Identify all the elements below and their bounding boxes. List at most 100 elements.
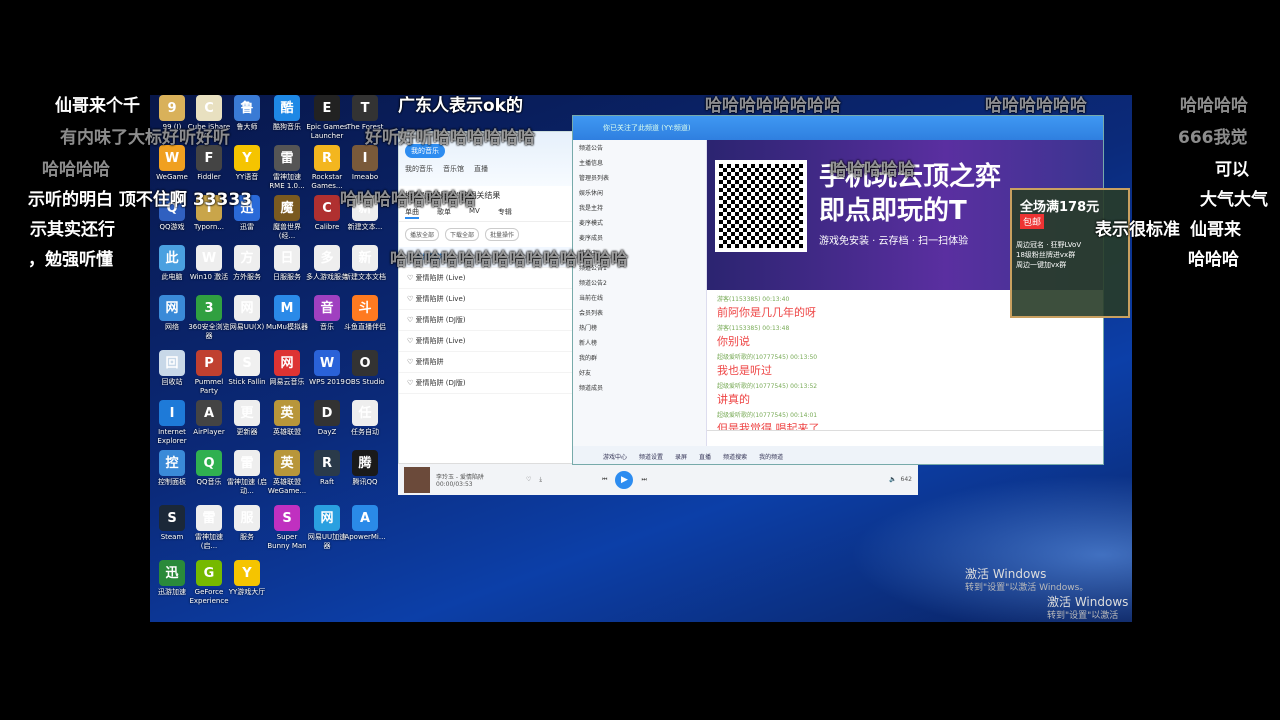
- channel-item[interactable]: 频道公告2: [573, 275, 706, 290]
- file-desktop-icon[interactable]: 网网易UU(X): [225, 295, 269, 332]
- yy-title: 你已关注了此频道 (YY:频道): [603, 124, 691, 132]
- volume-icon[interactable]: 🔈: [889, 476, 896, 483]
- yy-toolbar-button[interactable]: 频道设置: [639, 452, 663, 461]
- obs-desktop-icon[interactable]: O OBS Studio: [343, 350, 387, 387]
- yy-toolbar-button[interactable]: 我的频道: [759, 452, 783, 461]
- song-row[interactable]: ♡ 爱情陷阱 (Live): [399, 268, 575, 289]
- file-desktop-icon[interactable]: 任任务自动: [343, 400, 387, 437]
- activation-title: 激活 Windows: [965, 567, 1047, 581]
- channel-item[interactable]: 麦序成员: [573, 230, 706, 245]
- mumu-desktop-icon[interactable]: M MuMu模拟器: [265, 295, 309, 332]
- desktop-icon-label: Super Bunny Man: [267, 533, 307, 550]
- file-desktop-icon[interactable]: 日日服服务: [265, 245, 309, 282]
- file-desktop-icon[interactable]: 新新建文本...: [343, 195, 387, 232]
- chat-meta: 超级爱听歌的(10777545) 00:13:52: [717, 383, 818, 390]
- banner-title: 手机玩云顶之弈 即点即玩的T: [819, 160, 1001, 228]
- xunlei-icon: 迅: [234, 195, 260, 221]
- desktop-icon-label: 新建文本文档: [344, 273, 386, 281]
- qq-desktop-icon[interactable]: 腾腾讯QQ: [343, 450, 387, 487]
- netease-music-desktop-icon[interactable]: 网网易云音乐: [265, 350, 309, 387]
- channel-item[interactable]: 排麦中: [573, 245, 706, 260]
- yy-toolbar-button[interactable]: 直播: [699, 452, 711, 461]
- tab-mv[interactable]: MV: [469, 207, 480, 219]
- stick-desktop-icon[interactable]: S Stick Fallin: [225, 350, 269, 387]
- channel-tree: 频道公告 主播信息 管理员列表 娱乐休闲 我是主持 麦序模式 麦序成员 排麦中 频道公告1 频道公…: [573, 140, 707, 464]
- channel-item[interactable]: 我的群: [573, 350, 706, 365]
- yygame-icon: Y: [234, 560, 260, 586]
- download-icon[interactable]: ⤓: [539, 476, 542, 484]
- file-desktop-icon[interactable]: 新新建文本文档: [343, 245, 387, 282]
- song-row[interactable]: ♡ 爱情陷阱 (DJ版): [399, 373, 575, 394]
- desktop-icon-label: Stick Fallin: [228, 378, 266, 386]
- play-button[interactable]: ▶: [615, 470, 634, 489]
- yy-toolbar-button[interactable]: 游戏中心: [603, 452, 627, 461]
- yy-toolbar-button[interactable]: 频道搜索: [723, 452, 747, 461]
- file-icon: 新: [352, 195, 378, 221]
- song-row[interactable]: ♡ 爱情陷阱 (Live): [399, 331, 575, 352]
- yy-desktop-icon[interactable]: Y YY语音: [225, 145, 269, 182]
- lol-icon: 英: [274, 450, 300, 476]
- my-music-button[interactable]: 我的音乐: [405, 144, 445, 158]
- yy-toolbar-button[interactable]: 录屏: [675, 452, 687, 461]
- play-all-button[interactable]: 播放全部: [405, 228, 440, 241]
- yygame-desktop-icon[interactable]: Y YY游戏大厅: [225, 560, 269, 597]
- channel-item[interactable]: 管理员列表: [573, 170, 706, 185]
- download-all-button[interactable]: 下载全部: [445, 228, 480, 241]
- control-panel-icon: 控: [159, 450, 185, 476]
- channel-item[interactable]: 我是主持: [573, 200, 706, 215]
- xunlei-desktop-icon[interactable]: 迅迅雷: [225, 195, 269, 232]
- channel-item[interactable]: 好友: [573, 365, 706, 380]
- next-track-icon[interactable]: ⏭: [641, 476, 646, 484]
- tab-my-music[interactable]: 我的音乐: [405, 164, 433, 174]
- channel-item[interactable]: 频道公告1: [573, 260, 706, 275]
- tab-music-hall[interactable]: 音乐馆: [443, 164, 464, 174]
- tab-songs[interactable]: 单曲: [405, 207, 419, 219]
- channel-item[interactable]: 娱乐休闲: [573, 185, 706, 200]
- xunyou-icon: 迅: [159, 560, 185, 586]
- app-desktop-icon[interactable]: 雷雷神加速 RME 1.0...: [265, 145, 309, 191]
- avatar-desktop-icon[interactable]: I Imeabo: [343, 145, 387, 182]
- batch-button[interactable]: 批量操作: [485, 228, 520, 241]
- ludashi-desktop-icon[interactable]: 鲁鲁大师: [225, 95, 269, 132]
- channel-item[interactable]: 频道公告: [573, 140, 706, 155]
- prev-track-icon[interactable]: ⏮: [602, 476, 607, 484]
- file-desktop-icon[interactable]: 雷雷神加速 (启动...: [225, 450, 269, 496]
- obs-icon: O: [352, 350, 378, 376]
- channel-item[interactable]: 麦序模式: [573, 215, 706, 230]
- desktop-icon-label: 网易云音乐: [269, 378, 305, 386]
- chat-input[interactable]: [707, 430, 1103, 446]
- song-row[interactable]: ♡ 爱情陷阱 (Live): [399, 289, 575, 310]
- file-desktop-icon[interactable]: 更更新器: [225, 400, 269, 437]
- channel-item[interactable]: 热门榜: [573, 320, 706, 335]
- song-row[interactable]: ♡ 爱情陷阱: [399, 247, 575, 268]
- tab-live[interactable]: 直播: [474, 164, 488, 174]
- rockstar-icon: R: [314, 145, 340, 171]
- channel-item[interactable]: 会员列表: [573, 305, 706, 320]
- ludashi-icon: 鲁: [234, 95, 260, 121]
- file-desktop-icon[interactable]: 服服务: [225, 505, 269, 542]
- lol-desktop-icon[interactable]: 英英雄联盟 WeGame...: [265, 450, 309, 496]
- channel-item[interactable]: 频道成员: [573, 380, 706, 395]
- network-icon: 网: [159, 295, 185, 321]
- heart-icon[interactable]: ♡: [526, 476, 531, 483]
- lol-desktop-icon[interactable]: 英英雄联盟: [265, 400, 309, 437]
- bunny-desktop-icon[interactable]: S Super Bunny Man: [265, 505, 309, 551]
- cube-icon: C: [196, 95, 222, 121]
- now-playing-time: 00:00/03:53: [436, 480, 473, 488]
- forest-desktop-icon[interactable]: T The Forest: [343, 95, 387, 132]
- tab-playlists[interactable]: 歌单: [437, 207, 451, 219]
- song-row[interactable]: ♡ 爱情陷阱 (DJ版): [399, 310, 575, 331]
- channel-item[interactable]: 主播信息: [573, 155, 706, 170]
- wow-desktop-icon[interactable]: 魔魔兽世界 (经...: [265, 195, 309, 241]
- file-desktop-icon[interactable]: 方方外服务: [225, 245, 269, 282]
- dayz-icon: D: [314, 400, 340, 426]
- apower-desktop-icon[interactable]: A ApowerMi...: [343, 505, 387, 542]
- channel-item[interactable]: 新人榜: [573, 335, 706, 350]
- channel-item[interactable]: 当前在线: [573, 290, 706, 305]
- app-icon: 雷: [274, 145, 300, 171]
- tab-albums[interactable]: 专辑: [498, 207, 512, 219]
- result-tabs: 单曲 歌单 MV 专辑: [399, 205, 575, 222]
- song-row[interactable]: ♡ 爱情陷阱: [399, 352, 575, 373]
- douyu-desktop-icon[interactable]: 斗斗鱼直播伴侣: [343, 295, 387, 332]
- kugou-desktop-icon[interactable]: 酷酷狗音乐: [265, 95, 309, 132]
